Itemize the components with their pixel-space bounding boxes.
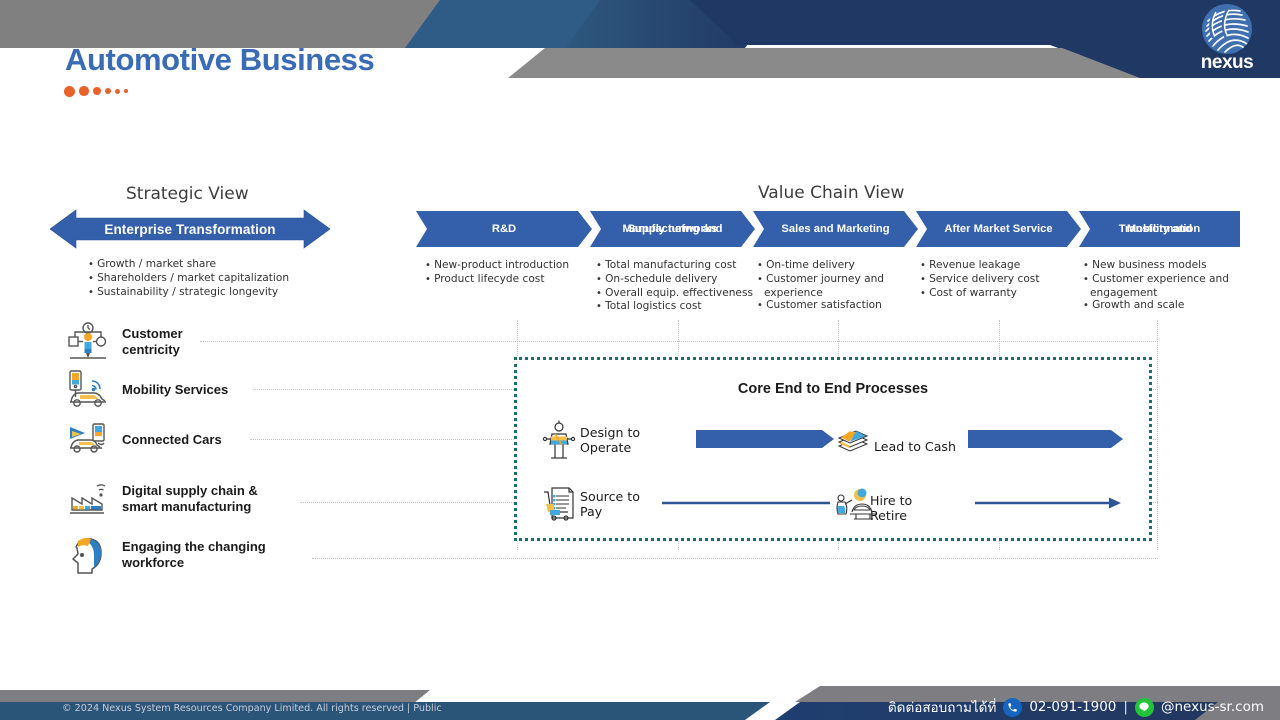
- stage-bullet: Growth and scale: [1083, 299, 1229, 313]
- process-label: Design to Operate: [580, 425, 641, 455]
- process-label: Source to Pay: [580, 489, 640, 519]
- capability-item-engaging-workforce[interactable]: Engaging the changing workforce: [66, 533, 266, 577]
- phone-icon: [1003, 697, 1023, 717]
- nexus-globe-icon: [1202, 4, 1252, 54]
- nexus-logo-text: nexus: [1200, 52, 1254, 73]
- stage-bullet: Customer journey and: [757, 273, 884, 287]
- process-design-to-operate[interactable]: Design to Operate: [542, 420, 640, 460]
- process-label: Lead to Cash: [874, 438, 956, 454]
- lead-to-cash-icon: [836, 426, 870, 466]
- title-accent-dots: [64, 84, 128, 98]
- strategic-bullet-1: Shareholders / market capitalization: [88, 272, 289, 286]
- stage-bullet: Total manufacturing cost: [596, 259, 753, 273]
- capability-item-digital-supply-chain[interactable]: Digital supply chain & smart manufacturin…: [66, 477, 258, 521]
- capability-item-customer-centricity[interactable]: Customer centricity: [66, 320, 183, 364]
- stage-bullets-mobility: New business models Customer experience …: [1083, 259, 1229, 313]
- stage-chevron-manufacturing-label: Manufacturing and Supply networks: [622, 222, 723, 235]
- capability-label: Digital supply chain & smart manufacturin…: [122, 482, 258, 515]
- contact-phone: 02-091-1900: [1029, 699, 1117, 715]
- strategic-view-title: Strategic View: [126, 184, 249, 204]
- hire-to-retire-icon: [832, 488, 876, 528]
- capability-label: Mobility Services: [122, 381, 229, 397]
- process-source-to-pay[interactable]: Source to Pay: [542, 484, 640, 524]
- process-hire-to-retire[interactable]: Hire to Retire: [832, 488, 912, 528]
- stage-bullet: Service delivery cost: [920, 273, 1039, 287]
- guide-vline-5: [1157, 320, 1158, 550]
- stage-bullet: Cost of warranty: [920, 287, 1040, 301]
- capability-label: Engaging the changing workforce: [122, 538, 266, 571]
- design-to-operate-icon: [542, 420, 576, 460]
- stage-chevron-sales[interactable]: Sales and Marketing: [753, 211, 918, 247]
- stage-bullet: Total logistics cost: [596, 300, 753, 314]
- capability-label: Connected Cars: [122, 431, 222, 447]
- value-chain-view-title: Value Chain View: [758, 183, 905, 203]
- guide-hline-5: [312, 558, 1158, 559]
- engaging-workforce-icon: [66, 533, 110, 577]
- stage-bullet: Customer satisfaction: [757, 299, 884, 313]
- source-to-pay-icon: [542, 484, 576, 524]
- process-line-arrow-2: [975, 496, 1121, 509]
- digital-supply-chain-icon: [66, 477, 110, 521]
- stage-bullet: On-time delivery: [757, 259, 884, 273]
- slide-canvas: nexus Automotive Business Strategic View…: [0, 0, 1280, 720]
- stage-bullet: New-product introduction: [425, 259, 569, 273]
- contact-label: ติดต่อสอบถามได้ที่: [887, 700, 997, 716]
- connected-cars-icon: [66, 418, 110, 462]
- process-arrow-2: [968, 430, 1123, 448]
- process-lead-to-cash[interactable]: Lead to Cash: [836, 426, 956, 466]
- process-arrow-1: [696, 430, 834, 448]
- contact-line-id: @nexus-sr.com: [1160, 699, 1264, 715]
- stage-chevron-sales-label: Sales and Marketing: [781, 222, 890, 235]
- enterprise-transformation-label: Enterprise Transformation: [104, 221, 276, 237]
- guide-hline-1: [200, 341, 1158, 342]
- core-processes-title: Core End to End Processes: [737, 381, 929, 397]
- capability-item-mobility-services[interactable]: Mobility Services: [66, 368, 228, 412]
- stage-bullet: New business models: [1083, 259, 1229, 273]
- stage-chevron-aftermarket-label: After Market Service: [944, 222, 1053, 235]
- stage-bullets-manufacturing: Total manufacturing cost On-schedule del…: [596, 259, 753, 314]
- line-icon: [1134, 697, 1154, 717]
- stage-bullet: Overall equip. effectiveness: [596, 287, 753, 301]
- stage-chevron-rd-label: R&D: [491, 222, 517, 235]
- stage-chevron-mobility-label: Mobility and Transformation: [1118, 222, 1201, 235]
- customer-centricity-icon: [66, 320, 110, 364]
- stage-bullet: Customer experience and: [1083, 273, 1229, 287]
- stage-bullet: Revenue leakage: [920, 259, 1040, 273]
- stage-bullet: Product lifecyde cost: [425, 273, 569, 287]
- stage-bullet: On-schedule delivery: [596, 273, 753, 287]
- strategic-bullet-0: Growth / market share: [88, 258, 289, 272]
- strategic-bullet-2: Sustainability / strategic longevity: [88, 286, 289, 300]
- process-line-1: [662, 497, 830, 509]
- stage-bullets-aftermarket: Revenue leakage Service delivery cost Co…: [920, 259, 1040, 301]
- stage-bullets-rd: New-product introduction Product lifecyd…: [425, 259, 569, 287]
- strategic-bullets: Growth / market share Shareholders / mar…: [88, 258, 289, 299]
- header-gray-shape: [0, 0, 460, 48]
- stage-chevron-aftermarket[interactable]: After Market Service: [916, 211, 1081, 247]
- stage-bullet-cont: experience: [764, 286, 823, 299]
- stage-chevron-rd[interactable]: R&D: [416, 211, 592, 247]
- footer-copyright: © 2024 Nexus System Resources Company Li…: [62, 703, 442, 714]
- stage-chevron-manufacturing[interactable]: Manufacturing and Supply networks: [590, 211, 755, 247]
- page-title: Automotive Business: [65, 42, 375, 77]
- stage-bullet-cont: engagement: [1090, 286, 1158, 299]
- nexus-logo: nexus: [1186, 2, 1268, 74]
- stage-chevron-mobility[interactable]: Mobility and Transformation: [1079, 211, 1240, 247]
- mobility-services-icon: [66, 368, 110, 412]
- capability-label: Customer centricity: [122, 325, 183, 358]
- capability-item-connected-cars[interactable]: Connected Cars: [66, 418, 222, 462]
- footer-contact: ติดต่อสอบถามได้ที่ 02-091-1900 | @nexus-…: [888, 696, 1264, 718]
- contact-separator: |: [1123, 699, 1128, 715]
- stage-bullets-sales: On-time delivery Customer journey and ex…: [757, 259, 884, 313]
